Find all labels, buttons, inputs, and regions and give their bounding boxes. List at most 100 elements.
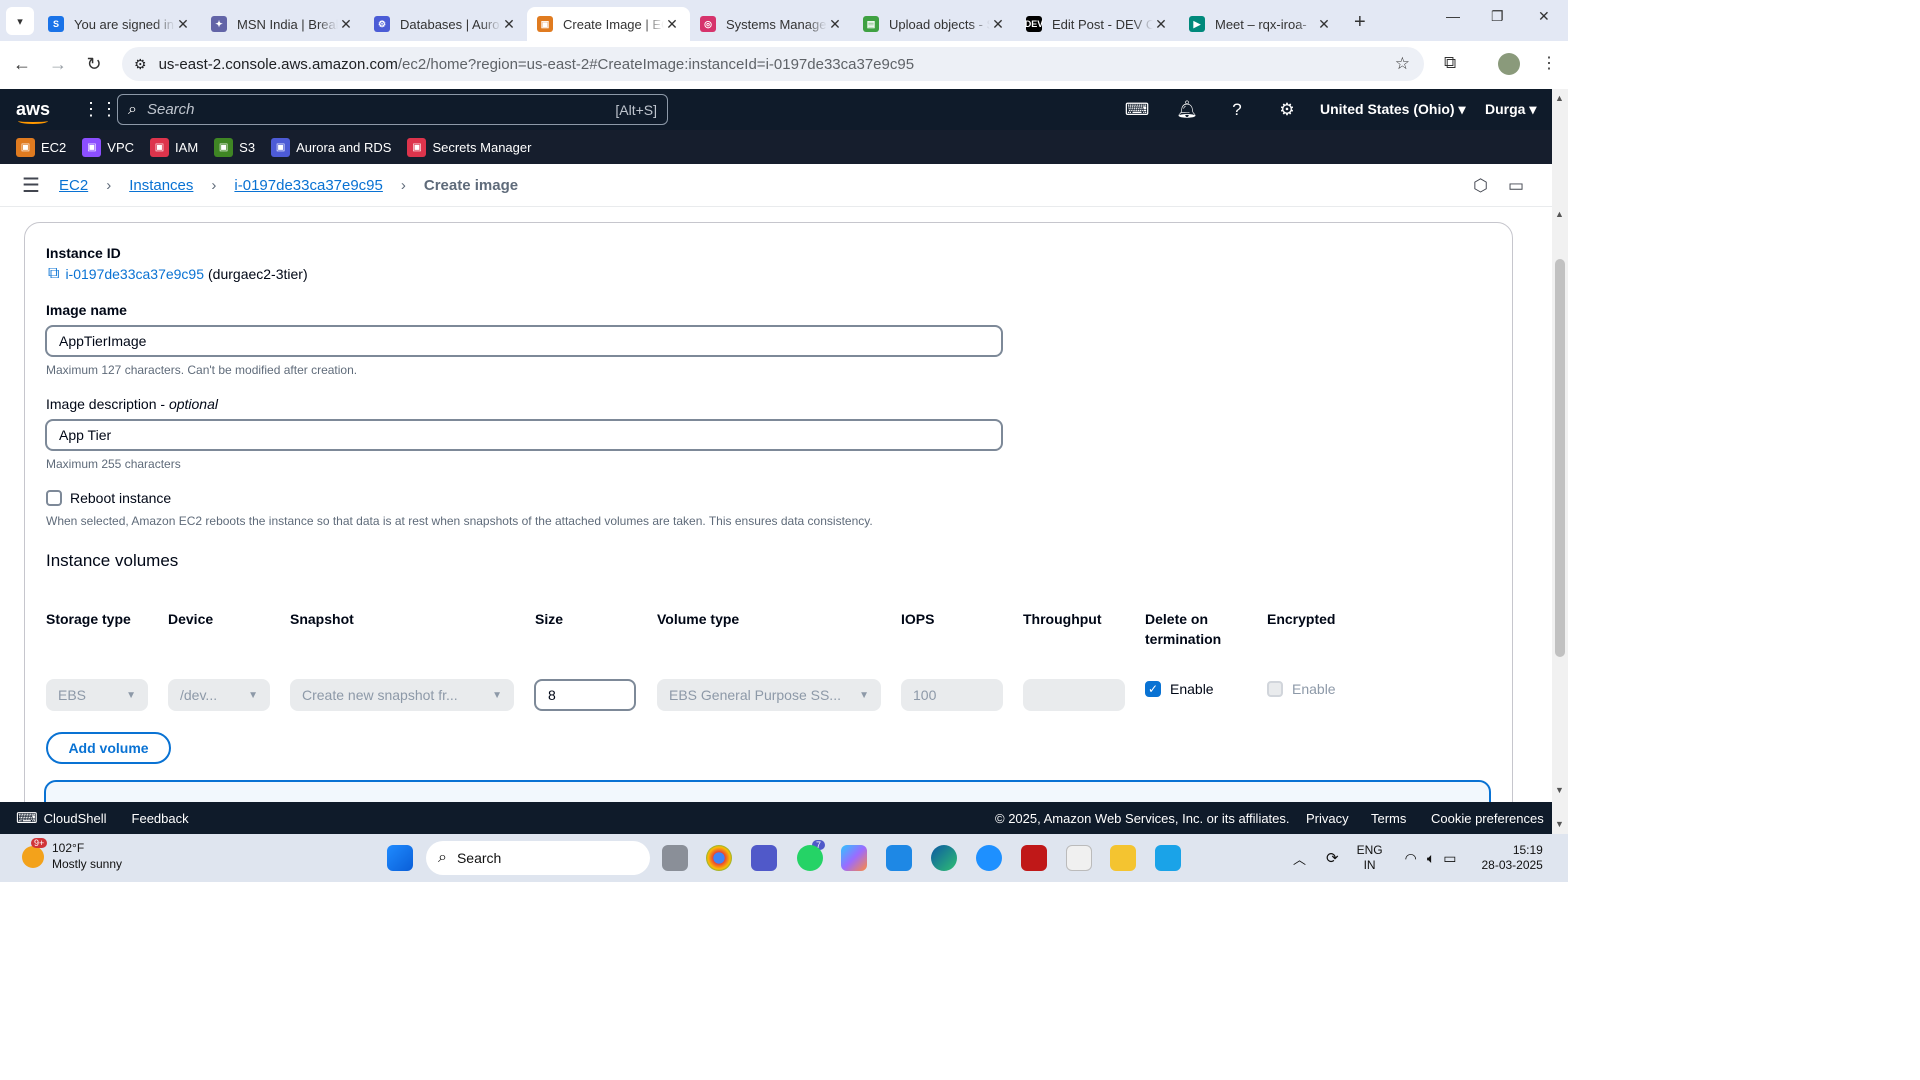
notepad-icon[interactable] (1155, 845, 1181, 871)
browser-tab[interactable]: DEV Edit Post - DEV Community✕ (1016, 7, 1179, 41)
reload-icon[interactable]: ↻ (76, 54, 112, 75)
favorite-iam[interactable]: ▣ IAM (150, 137, 198, 157)
favorite-ec2[interactable]: ▣ EC2 (16, 137, 66, 157)
storage-type-select[interactable]: EBS ▼ (46, 679, 148, 711)
volume-icon[interactable]: 🔈︎ (1427, 850, 1435, 867)
favorite-s3[interactable]: ▣ S3 (214, 137, 255, 157)
tab-close-icon[interactable]: ✕ (501, 16, 517, 33)
sync-icon[interactable]: ⟳ (1326, 849, 1339, 867)
side-nav-menu-icon[interactable]: ☰ (22, 173, 52, 198)
url-field[interactable]: ⚙ us-east-2.console.aws.amazon.com/ec2/h… (122, 47, 1424, 81)
tab-close-icon[interactable]: ✕ (827, 16, 843, 33)
breadcrumb-instances[interactable]: Instances (129, 177, 193, 194)
scroll-up-icon[interactable]: ▲ (1555, 209, 1564, 219)
snapshot-select[interactable]: Create new snapshot fr... ▼ (290, 679, 514, 711)
cloudshell-link[interactable]: CloudShell (44, 811, 107, 826)
notifications-bell-icon[interactable]: 🔔︎ (1162, 100, 1212, 120)
tab-close-icon[interactable]: ✕ (990, 16, 1006, 33)
myhp-icon[interactable] (886, 845, 912, 871)
aws-logo[interactable]: aws (16, 99, 52, 124)
reboot-instance-checkbox[interactable] (46, 490, 62, 506)
battery-icon[interactable]: ▭ (1443, 850, 1456, 867)
user-menu[interactable]: Durga ▾ (1485, 101, 1536, 118)
copy-icon[interactable]: ⧉ (48, 265, 59, 283)
bookmark-star-icon[interactable]: ☆ (1395, 54, 1410, 74)
browser-tab[interactable]: ◎ Systems Manager ✕ (690, 7, 853, 41)
instance-id-link[interactable]: i-0197de33ca37e9c95 (65, 266, 204, 282)
file-explorer-icon[interactable] (1110, 845, 1136, 871)
breadcrumb-ec2[interactable]: EC2 (59, 177, 88, 194)
copilot-icon[interactable] (841, 845, 867, 871)
add-volume-button[interactable]: Add volume (46, 732, 171, 764)
help-icon[interactable]: ? (1212, 100, 1262, 120)
tab-close-icon[interactable]: ✕ (1153, 16, 1169, 33)
delete-on-termination-checkbox[interactable]: ✓ (1145, 681, 1161, 697)
tab-close-icon[interactable]: ✕ (175, 16, 191, 33)
close-window-icon[interactable]: ✕ (1538, 8, 1550, 25)
store-icon[interactable] (1066, 845, 1092, 871)
favorite-vpc[interactable]: ▣ VPC (82, 137, 134, 157)
restore-icon[interactable]: ❐ (1491, 8, 1504, 25)
browser-tab[interactable]: ▶ Meet – rqx-iroa- ✕ (1179, 7, 1342, 41)
site-info-icon[interactable]: ⚙ (134, 56, 147, 73)
extensions-icon[interactable]: ⧉ (1444, 53, 1456, 73)
taskbar-search[interactable]: ⌕ Search (426, 841, 650, 875)
help-app-icon[interactable] (976, 845, 1002, 871)
favorite-secrets-manager[interactable]: ▣ Secrets Manager (407, 137, 531, 157)
search-input[interactable]: ⌕ Search [Alt+S] (117, 94, 668, 125)
browser-menu-icon[interactable]: ⋮ (1541, 53, 1557, 73)
region-selector[interactable]: United States (Ohio) ▾ (1320, 101, 1465, 118)
windows-start-icon[interactable] (387, 845, 413, 871)
scroll-down-icon[interactable]: ▼ (1555, 819, 1564, 829)
favorite-aurora-and-rds[interactable]: ▣ Aurora and RDS (271, 137, 391, 157)
weather-widget[interactable]: 102°F Mostly sunny (52, 840, 122, 872)
language-indicator[interactable]: ENG IN (1357, 843, 1383, 873)
chevron-up-icon[interactable]: ︿ (1293, 849, 1306, 868)
minimize-icon[interactable]: — (1446, 8, 1460, 24)
forward-icon[interactable]: → (40, 54, 76, 75)
iops-input[interactable]: 100 (901, 679, 1003, 711)
breadcrumb-instance-id[interactable]: i-0197de33ca37e9c95 (234, 177, 382, 194)
cloudshell-icon[interactable]: ⌨ (16, 809, 38, 827)
notification-center-icon[interactable]: ▭ (1508, 176, 1524, 196)
browser-tab[interactable]: ▤ Upload objects - S3✕ (853, 7, 1016, 41)
feedback-link[interactable]: Feedback (132, 811, 189, 826)
teams-icon[interactable] (751, 845, 777, 871)
whatsapp-icon[interactable] (797, 845, 823, 871)
image-name-input[interactable]: AppTierImage (45, 325, 1003, 357)
cookie-preferences-link[interactable]: Cookie preferences (1431, 811, 1544, 826)
privacy-link[interactable]: Privacy (1306, 811, 1349, 826)
browser-tab[interactable]: ⚙ Databases | Aurora ✕ (364, 7, 527, 41)
browser-tab[interactable]: ✦ MSN India | Breaking✕ (201, 7, 364, 41)
settings-gear-icon[interactable]: ⚙ (1262, 100, 1312, 120)
cloudshell-icon[interactable]: ⌨ (1112, 100, 1162, 120)
clock[interactable]: 15:19 28-03-2025 (1481, 843, 1542, 873)
weather-sun-icon[interactable] (22, 846, 44, 868)
scroll-up-icon[interactable]: ▲ (1555, 93, 1564, 103)
back-icon[interactable]: ← (4, 54, 40, 75)
browser-tab[interactable]: S You are signed in ✕ (38, 7, 201, 41)
device-select[interactable]: /dev... ▼ (168, 679, 270, 711)
volume-type-select[interactable]: EBS General Purpose SS... ▼ (657, 679, 881, 711)
task-view-icon[interactable] (662, 845, 688, 871)
terms-link[interactable]: Terms (1371, 811, 1406, 826)
tab-close-icon[interactable]: ✕ (1316, 16, 1332, 33)
mcafee-icon[interactable] (1021, 845, 1047, 871)
browser-tab[interactable]: ▣ Create Image | EC2✕ (527, 7, 690, 41)
tab-close-icon[interactable]: ✕ (338, 16, 354, 33)
profile-avatar[interactable] (1498, 53, 1520, 75)
info-panel-icon[interactable]: ⬡ (1473, 176, 1488, 196)
scrollbar-thumb[interactable] (1555, 259, 1565, 657)
new-tab-icon[interactable]: + (1354, 11, 1366, 34)
chrome-icon[interactable] (706, 845, 732, 871)
throughput-input[interactable] (1023, 679, 1125, 711)
encrypted-checkbox[interactable] (1267, 681, 1283, 697)
edge-icon[interactable] (931, 845, 957, 871)
tab-close-icon[interactable]: ✕ (664, 16, 680, 33)
size-input[interactable]: 8 (534, 679, 636, 711)
tab-search-icon[interactable]: ▾ (6, 7, 34, 35)
wifi-icon[interactable]: ◠ (1405, 850, 1417, 867)
scroll-down-icon[interactable]: ▼ (1555, 785, 1564, 795)
page-scrollbar[interactable]: ▲ ▲ ▼ ▼ (1552, 89, 1568, 834)
image-description-input[interactable]: App Tier (45, 419, 1003, 451)
